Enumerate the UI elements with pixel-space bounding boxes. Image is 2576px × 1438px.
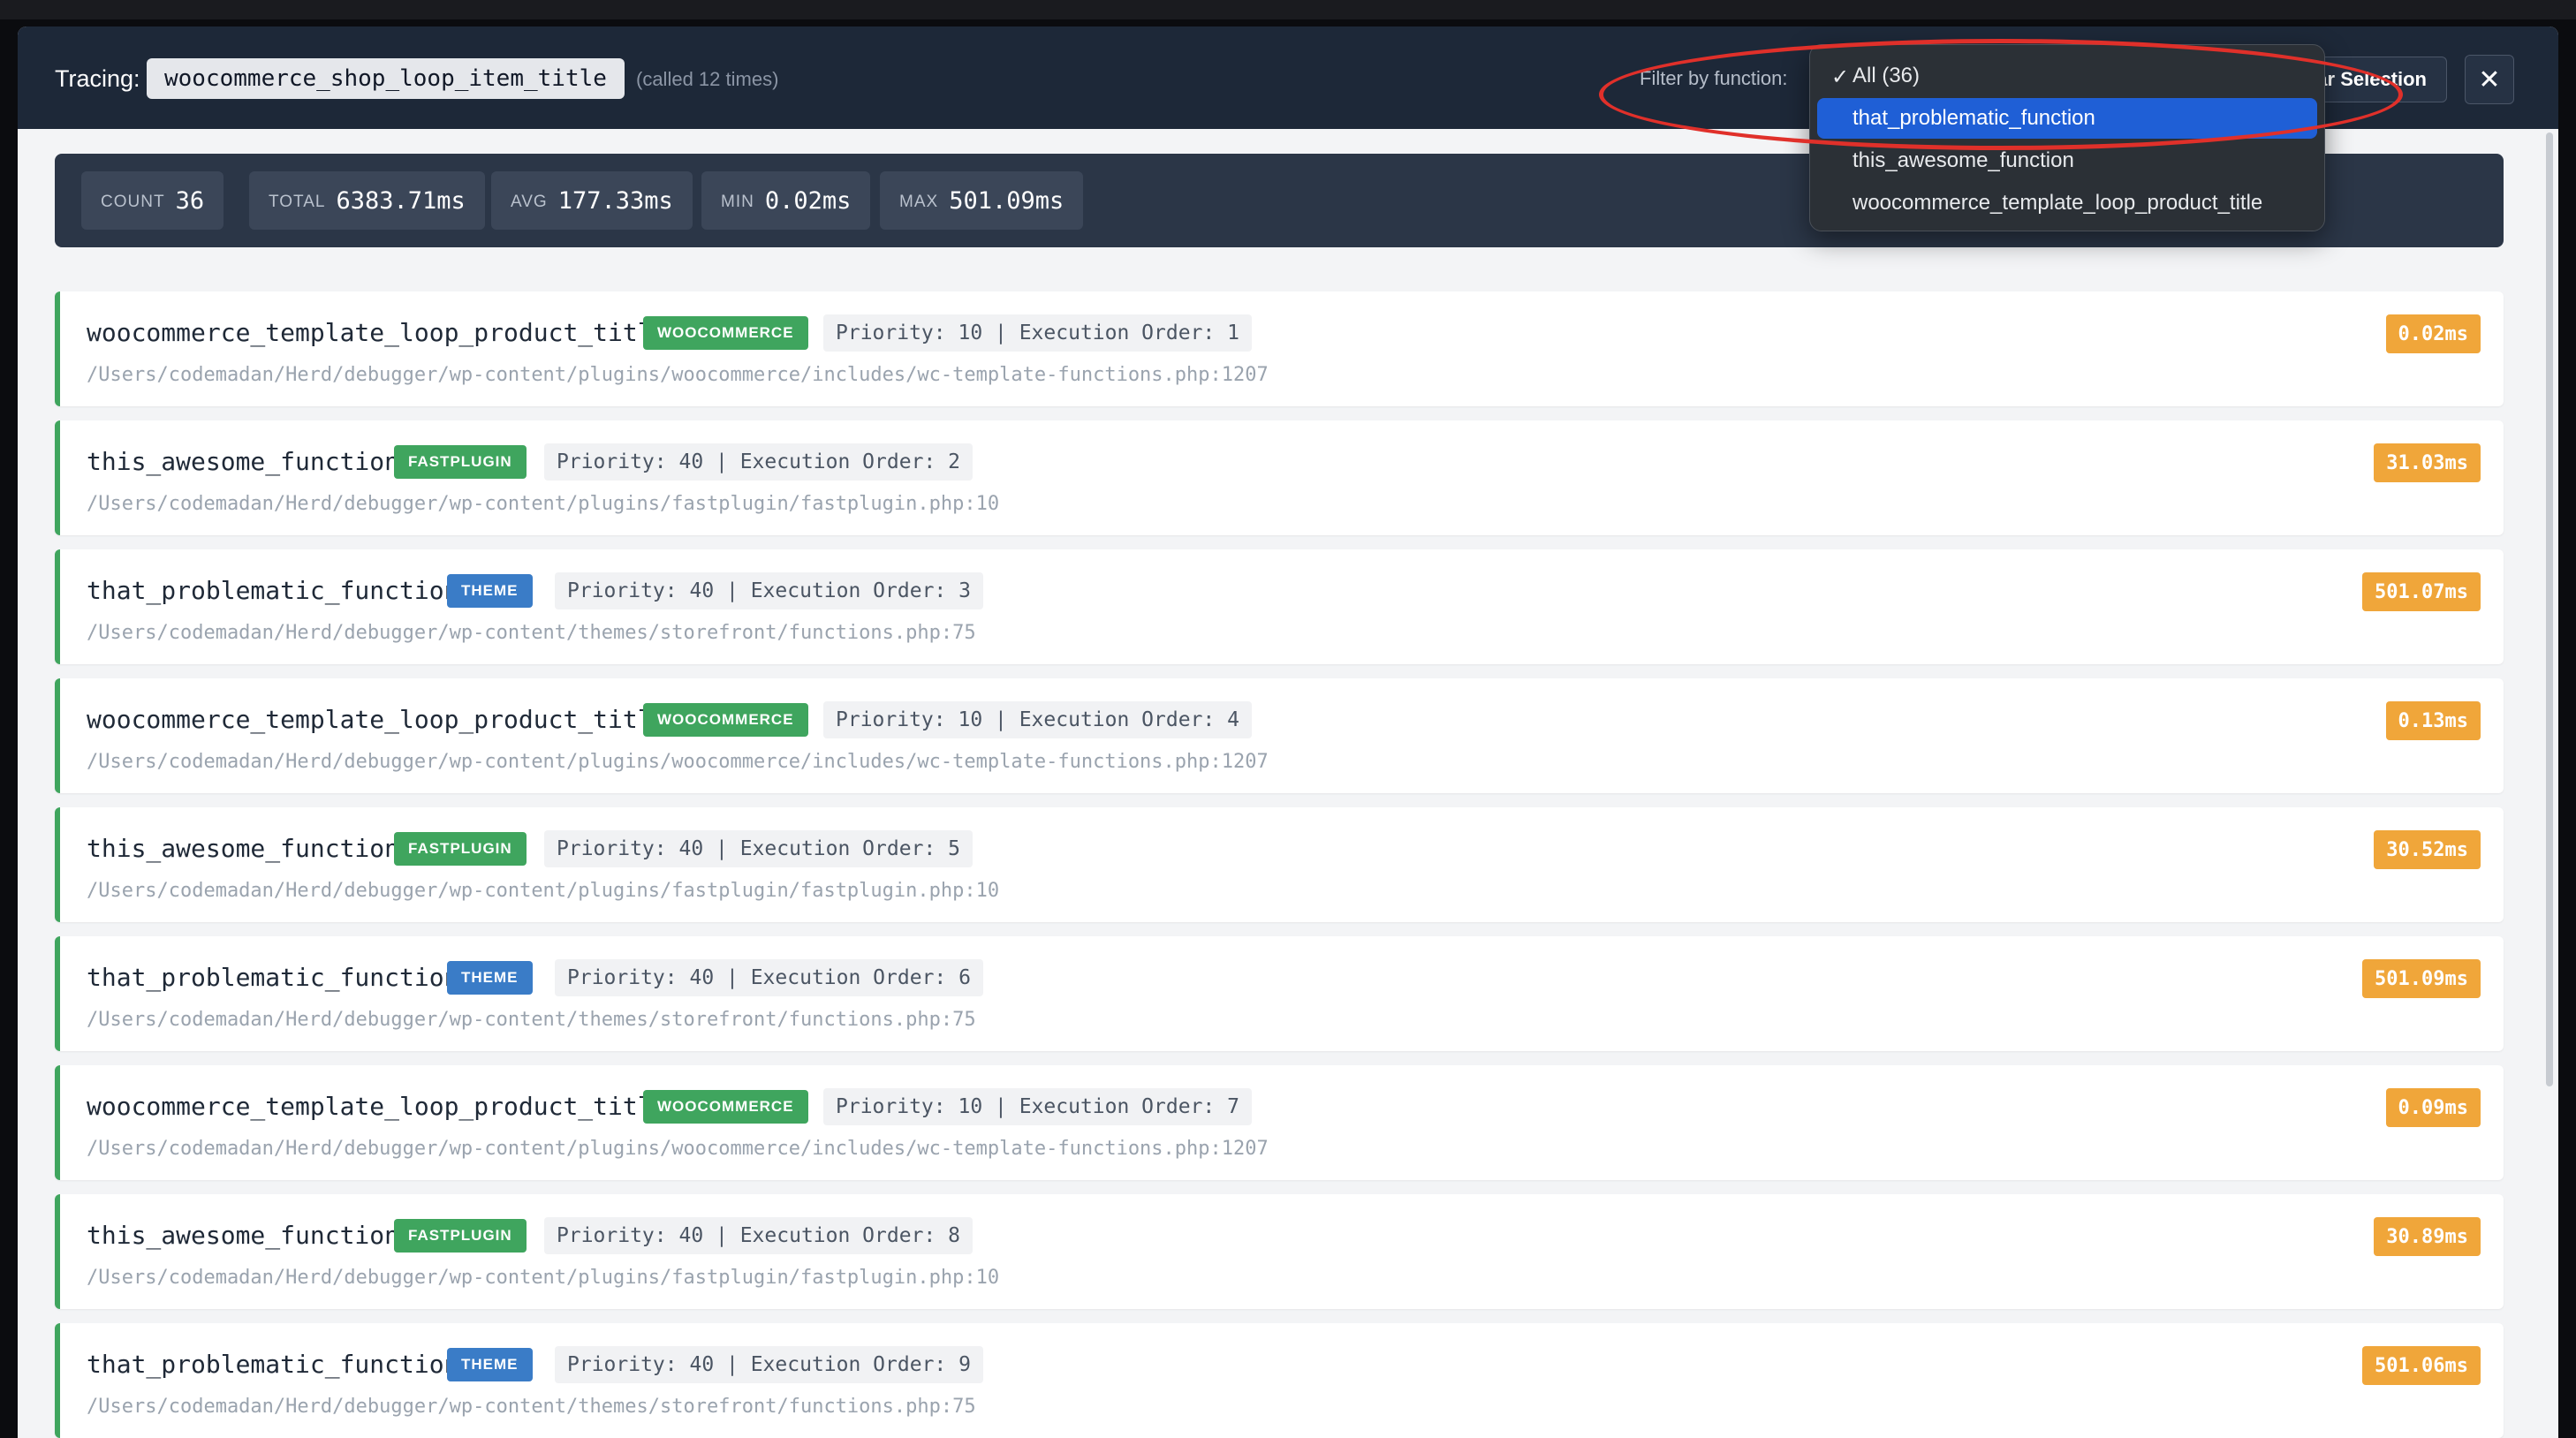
option-label: woocommerce_template_loop_product_title — [1852, 191, 2263, 215]
trace-row[interactable]: this_awesome_function FASTPLUGIN Priorit… — [55, 420, 2504, 535]
trace-row[interactable]: that_problematic_function THEME Priority… — [55, 549, 2504, 664]
stat-value: 501.09ms — [949, 186, 1064, 215]
priority-order-meta: Priority: 10 | Execution Order: 7 — [823, 1088, 1252, 1125]
source-tag: FASTPLUGIN — [394, 445, 527, 479]
source-tag: THEME — [447, 961, 533, 995]
source-tag: THEME — [447, 1348, 533, 1381]
trace-row[interactable]: that_problematic_function THEME Priority… — [55, 936, 2504, 1051]
source-tag: WOOCOMMERCE — [643, 703, 808, 737]
file-path: /Users/codemadan/Herd/debugger/wp-conten… — [87, 493, 1000, 515]
priority-order-meta: Priority: 10 | Execution Order: 4 — [823, 701, 1252, 738]
time-badge: 31.03ms — [2374, 443, 2481, 482]
hook-name-chip: woocommerce_shop_loop_item_title — [147, 58, 625, 99]
time-badge: 0.13ms — [2385, 701, 2481, 740]
priority-order-meta: Priority: 40 | Execution Order: 9 — [555, 1346, 983, 1383]
filter-option-that-problematic-function[interactable]: that_problematic_function — [1817, 98, 2317, 139]
checkmark-icon: ✓ — [1831, 65, 1850, 89]
priority-order-meta: Priority: 40 | Execution Order: 2 — [544, 443, 973, 481]
source-tag: FASTPLUGIN — [394, 1219, 527, 1253]
stat-label: AVG — [511, 193, 548, 211]
file-path: /Users/codemadan/Herd/debugger/wp-conten… — [87, 1396, 976, 1418]
source-tag: THEME — [447, 574, 533, 608]
priority-order-meta: Priority: 40 | Execution Order: 6 — [555, 959, 983, 996]
stat-label: TOTAL — [269, 193, 326, 211]
file-path: /Users/codemadan/Herd/debugger/wp-conten… — [87, 1267, 1000, 1289]
source-tag: WOOCOMMERCE — [643, 1090, 808, 1124]
trace-modal: Tracing: woocommerce_shop_loop_item_titl… — [18, 26, 2558, 1438]
function-name: that_problematic_function — [87, 1350, 459, 1379]
call-count-text: (called 12 times) — [636, 68, 779, 90]
time-badge: 30.52ms — [2374, 830, 2481, 869]
priority-order-meta: Priority: 40 | Execution Order: 3 — [555, 572, 983, 609]
time-badge: 0.02ms — [2385, 314, 2481, 353]
filter-option-this-awesome-function[interactable]: this_awesome_function — [1817, 140, 2317, 181]
function-name: woocommerce_template_loop_product_title — [87, 318, 668, 347]
function-name: this_awesome_function — [87, 447, 400, 476]
option-label: All (36) — [1852, 64, 1921, 87]
stat-value: 36 — [175, 186, 205, 215]
stat-value: 0.02ms — [764, 186, 852, 215]
trace-row[interactable]: this_awesome_function FASTPLUGIN Priorit… — [55, 807, 2504, 922]
trace-row[interactable]: this_awesome_function FASTPLUGIN Priorit… — [55, 1194, 2504, 1309]
time-badge: 30.89ms — [2374, 1217, 2481, 1256]
priority-order-meta: Priority: 10 | Execution Order: 1 — [823, 314, 1252, 352]
option-label: this_awesome_function — [1852, 148, 2074, 172]
file-path: /Users/codemadan/Herd/debugger/wp-conten… — [87, 1009, 976, 1031]
source-tag: WOOCOMMERCE — [643, 316, 808, 350]
trace-row[interactable]: woocommerce_template_loop_product_title … — [55, 1065, 2504, 1180]
stat-label: COUNT — [101, 193, 165, 211]
background-window-strip — [0, 0, 2576, 19]
function-name: that_problematic_function — [87, 576, 459, 605]
stat-label: MAX — [899, 193, 939, 211]
function-name: this_awesome_function — [87, 834, 400, 863]
time-badge: 0.09ms — [2385, 1088, 2481, 1127]
priority-order-meta: Priority: 40 | Execution Order: 8 — [544, 1217, 973, 1254]
file-path: /Users/codemadan/Herd/debugger/wp-conten… — [87, 880, 1000, 902]
function-name: this_awesome_function — [87, 1221, 400, 1250]
stat-max: MAX 501.09ms — [880, 171, 1084, 230]
time-badge: 501.06ms — [2362, 1346, 2481, 1385]
trace-row[interactable]: woocommerce_template_loop_product_title … — [55, 291, 2504, 406]
stat-count: COUNT 36 — [81, 171, 224, 230]
filter-label: Filter by function: — [1640, 67, 1788, 89]
scrollbar[interactable] — [2546, 132, 2553, 1086]
stat-value: 6383.71ms — [336, 186, 466, 215]
time-badge: 501.09ms — [2362, 959, 2481, 998]
option-label: that_problematic_function — [1852, 106, 2095, 130]
filter-option-woocommerce-template-loop-product-title[interactable]: woocommerce_template_loop_product_title — [1817, 183, 2317, 223]
source-tag: FASTPLUGIN — [394, 832, 527, 866]
stat-value: 177.33ms — [557, 186, 673, 215]
trace-row[interactable]: woocommerce_template_loop_product_title … — [55, 678, 2504, 793]
stat-total: TOTAL 6383.71ms — [249, 171, 485, 230]
file-path: /Users/codemadan/Herd/debugger/wp-conten… — [87, 1138, 1269, 1160]
time-badge: 501.07ms — [2362, 572, 2481, 611]
trace-row[interactable]: that_problematic_function THEME Priority… — [55, 1323, 2504, 1438]
function-name: woocommerce_template_loop_product_title — [87, 705, 668, 734]
file-path: /Users/codemadan/Herd/debugger/wp-conten… — [87, 751, 1269, 773]
stat-avg: AVG 177.33ms — [491, 171, 693, 230]
function-filter-dropdown[interactable]: ✓ All (36) that_problematic_function thi… — [1809, 44, 2325, 231]
file-path: /Users/codemadan/Herd/debugger/wp-conten… — [87, 364, 1269, 386]
priority-order-meta: Priority: 40 | Execution Order: 5 — [544, 830, 973, 867]
stat-label: MIN — [721, 193, 754, 211]
function-name: that_problematic_function — [87, 963, 459, 992]
function-name: woocommerce_template_loop_product_title — [87, 1092, 668, 1121]
close-icon[interactable]: ✕ — [2465, 55, 2514, 104]
tracing-label: Tracing: — [55, 65, 140, 92]
filter-option-all[interactable]: ✓ All (36) — [1817, 56, 2317, 96]
file-path: /Users/codemadan/Herd/debugger/wp-conten… — [87, 622, 976, 644]
stat-min: MIN 0.02ms — [701, 171, 871, 230]
